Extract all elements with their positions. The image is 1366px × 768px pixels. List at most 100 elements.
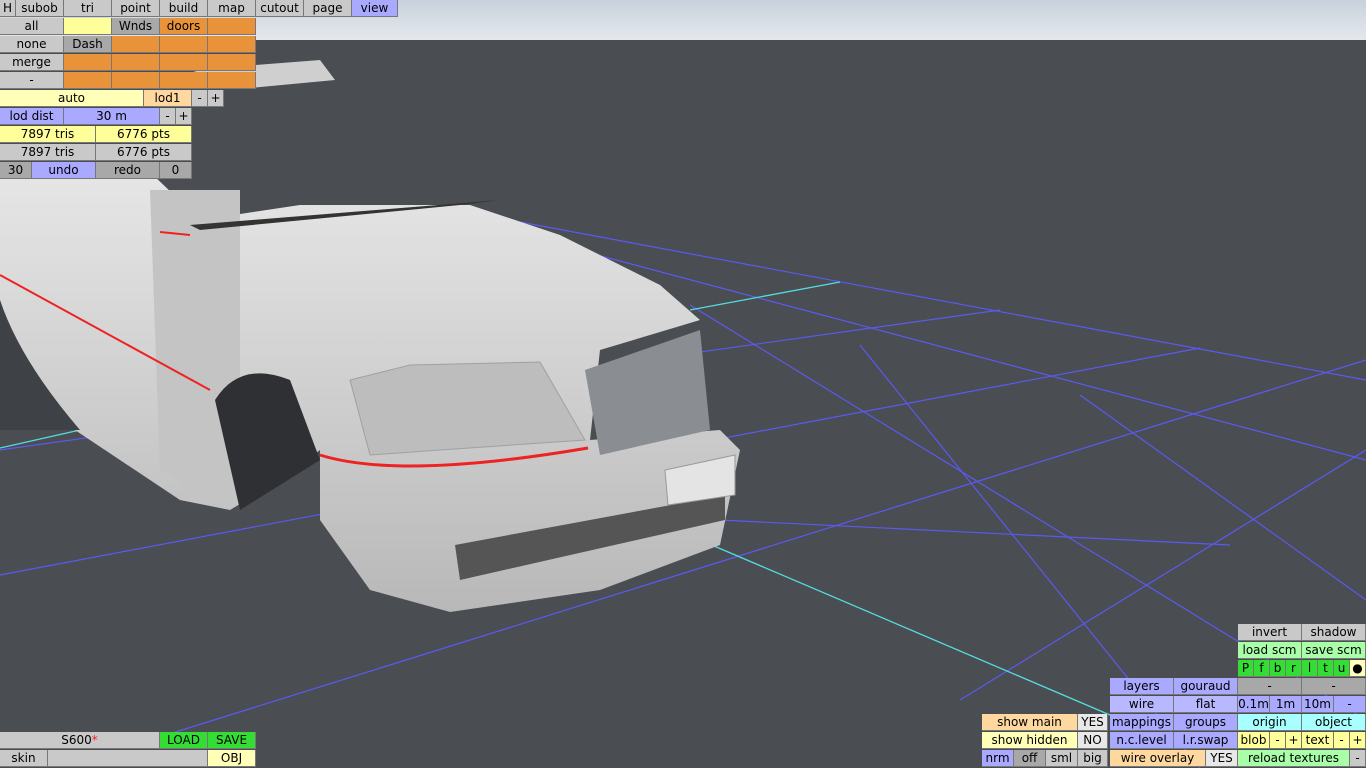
view-right-button[interactable]: r <box>1286 660 1302 677</box>
dash-button[interactable]: - <box>0 72 64 89</box>
blob-minus-button[interactable]: - <box>1270 732 1286 749</box>
text-button[interactable]: text <box>1302 732 1334 749</box>
show-hidden-button[interactable]: show hidden <box>982 732 1078 749</box>
nc-level-button[interactable]: n.c.level <box>1110 732 1174 749</box>
subobject-slot[interactable] <box>160 72 208 89</box>
view-dot-icon[interactable]: ● <box>1350 660 1366 677</box>
subobject-slot[interactable] <box>160 36 208 53</box>
blob-plus-button[interactable]: + <box>1286 732 1302 749</box>
obj-button[interactable]: OBJ <box>208 750 256 767</box>
size-sml-button[interactable]: sml <box>1046 750 1078 767</box>
subobject-slot[interactable] <box>112 54 160 71</box>
view-under-button[interactable]: u <box>1334 660 1350 677</box>
subobject-slot[interactable] <box>208 36 256 53</box>
blob-button[interactable]: blob <box>1238 732 1270 749</box>
lod-dist-value[interactable]: 30 m <box>64 108 160 125</box>
save-scm-button[interactable]: save scm <box>1302 642 1366 659</box>
load-button[interactable]: LOAD <box>160 732 208 749</box>
lr-swap-button[interactable]: l.r.swap <box>1174 732 1238 749</box>
point-count-total: 6776 pts <box>96 144 192 161</box>
lod-level[interactable]: lod1 <box>144 90 192 107</box>
subobject-slot[interactable] <box>208 54 256 71</box>
merge-button[interactable]: merge <box>0 54 64 71</box>
origin-button[interactable]: origin <box>1238 714 1302 731</box>
view-top-button[interactable]: t <box>1318 660 1334 677</box>
size-nrm-button[interactable]: nrm <box>982 750 1014 767</box>
skin-field[interactable] <box>48 750 208 767</box>
gouraud-button[interactable]: gouraud <box>1174 678 1238 695</box>
subobject-slot[interactable] <box>112 72 160 89</box>
subobject-slot[interactable] <box>64 18 112 35</box>
flat-button[interactable]: flat <box>1174 696 1238 713</box>
grid-1m-button[interactable]: 1m <box>1270 696 1302 713</box>
show-main-value[interactable]: YES <box>1078 714 1108 731</box>
wire-overlay-value[interactable]: YES <box>1206 750 1238 767</box>
subobject-doors[interactable]: doors <box>160 18 208 35</box>
grid-10m-button[interactable]: 10m <box>1302 696 1334 713</box>
show-hidden-value[interactable]: NO <box>1078 732 1108 749</box>
subobject-slot[interactable] <box>64 54 112 71</box>
text-plus-button[interactable]: + <box>1350 732 1366 749</box>
invert-button[interactable]: invert <box>1238 624 1302 641</box>
shadow-button[interactable]: shadow <box>1302 624 1366 641</box>
subobject-slot[interactable] <box>112 36 160 53</box>
wire-overlay-button[interactable]: wire overlay <box>1110 750 1206 767</box>
object-button[interactable]: object <box>1302 714 1366 731</box>
tab-build[interactable]: build <box>160 0 208 17</box>
tab-view[interactable]: view <box>352 0 398 17</box>
lod-dist-label: lod dist <box>0 108 64 125</box>
save-button[interactable]: SAVE <box>208 732 256 749</box>
tab-tri[interactable]: tri <box>64 0 112 17</box>
subobject-slot[interactable] <box>208 72 256 89</box>
tab-subob[interactable]: subob <box>16 0 64 17</box>
3d-viewport[interactable] <box>0 0 1366 768</box>
lod-plus-button[interactable]: + <box>208 90 224 107</box>
right-dash-button-1[interactable]: - <box>1238 678 1302 695</box>
file-name-label: S600 <box>61 733 92 747</box>
subobject-slot[interactable] <box>208 18 256 35</box>
view-back-button[interactable]: b <box>1270 660 1286 677</box>
groups-button[interactable]: groups <box>1174 714 1238 731</box>
tri-count-total: 7897 tris <box>0 144 96 161</box>
view-perspective-button[interactable]: P <box>1238 660 1254 677</box>
grid-minus-button[interactable]: - <box>1334 696 1366 713</box>
h-button[interactable]: H <box>0 0 16 17</box>
redo-count: 0 <box>160 162 192 179</box>
subobject-dash[interactable]: Dash <box>64 36 112 53</box>
file-name[interactable]: S600* <box>0 732 160 749</box>
right-dash-button-2[interactable]: - <box>1302 678 1366 695</box>
wire-button[interactable]: wire <box>1110 696 1174 713</box>
redo-button[interactable]: redo <box>96 162 160 179</box>
layers-button[interactable]: layers <box>1110 678 1174 695</box>
tri-count: 7897 tris <box>0 126 96 143</box>
load-scm-button[interactable]: load scm <box>1238 642 1302 659</box>
lod-auto-button[interactable]: auto <box>0 90 144 107</box>
reload-minus-button[interactable]: - <box>1350 750 1366 767</box>
select-all-button[interactable]: all <box>0 18 64 35</box>
subobject-slot[interactable] <box>160 54 208 71</box>
mappings-button[interactable]: mappings <box>1110 714 1174 731</box>
point-count: 6776 pts <box>96 126 192 143</box>
view-front-button[interactable]: f <box>1254 660 1270 677</box>
show-main-button[interactable]: show main <box>982 714 1078 731</box>
size-big-button[interactable]: big <box>1078 750 1108 767</box>
view-left-button[interactable]: l <box>1302 660 1318 677</box>
tab-page[interactable]: page <box>304 0 352 17</box>
subobject-slot[interactable] <box>64 72 112 89</box>
undo-count: 30 <box>0 162 32 179</box>
grid-0.1m-button[interactable]: 0.1m <box>1238 696 1270 713</box>
select-none-button[interactable]: none <box>0 36 64 53</box>
tab-point[interactable]: point <box>112 0 160 17</box>
reload-textures-button[interactable]: reload textures <box>1238 750 1350 767</box>
size-off-button[interactable]: off <box>1014 750 1046 767</box>
modified-marker: * <box>91 733 98 747</box>
subobject-wnds[interactable]: Wnds <box>112 18 160 35</box>
tab-cutout[interactable]: cutout <box>256 0 304 17</box>
lod-dist-plus-button[interactable]: + <box>176 108 192 125</box>
lod-dist-minus-button[interactable]: - <box>160 108 176 125</box>
tab-map[interactable]: map <box>208 0 256 17</box>
lod-minus-button[interactable]: - <box>192 90 208 107</box>
text-minus-button[interactable]: - <box>1334 732 1350 749</box>
undo-button[interactable]: undo <box>32 162 96 179</box>
skin-label[interactable]: skin <box>0 750 48 767</box>
